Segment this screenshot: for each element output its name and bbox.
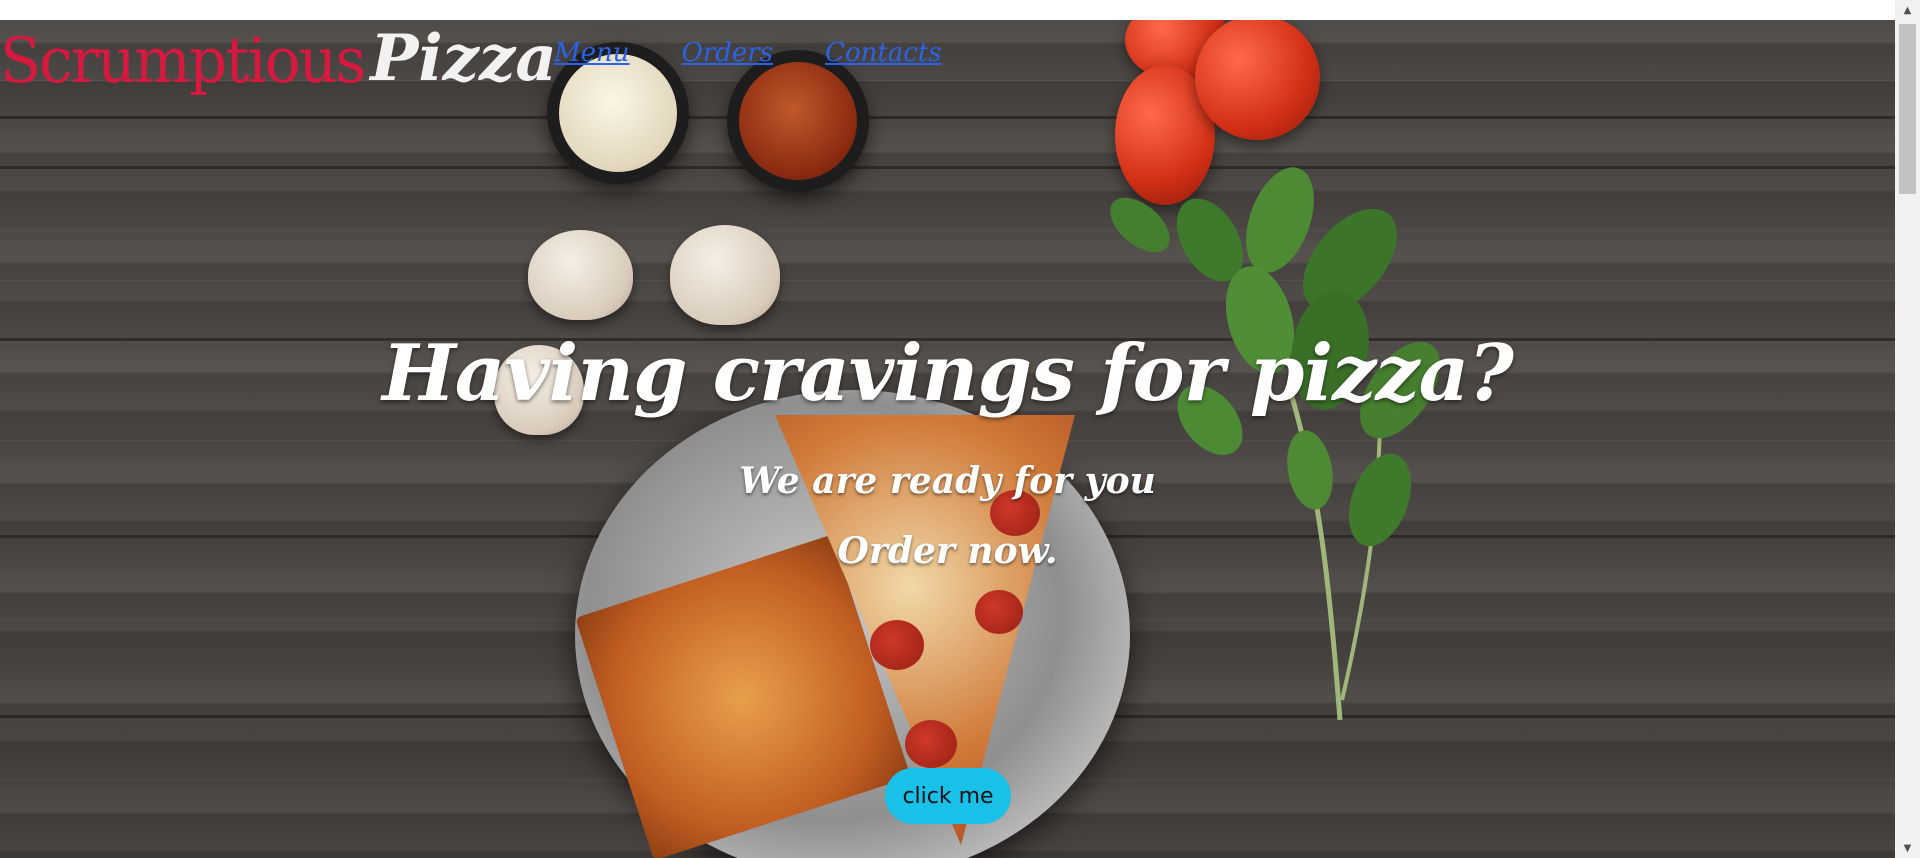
- nav-link-contacts[interactable]: Contacts: [825, 38, 942, 68]
- wood-plank-seam: [0, 166, 1895, 169]
- scroll-up-arrow-icon[interactable]: ▲: [1895, 0, 1920, 20]
- pepperoni-image: [870, 620, 924, 670]
- chili-flakes-bowl-image: [727, 50, 869, 192]
- nav-link-menu[interactable]: Menu: [554, 38, 630, 68]
- site-logo[interactable]: Scrumptious Pizza: [0, 21, 557, 98]
- mushroom-image: [670, 225, 780, 325]
- pepperoni-image: [975, 590, 1023, 634]
- scroll-down-arrow-icon[interactable]: ▼: [1895, 838, 1920, 858]
- browser-viewport: Scrumptious Pizza Menu Orders Contacts H…: [0, 0, 1920, 858]
- pepperoni-image: [905, 720, 957, 768]
- nav-link-orders[interactable]: Orders: [682, 38, 774, 68]
- basil-image: [1110, 167, 1440, 720]
- click-me-button[interactable]: click me: [885, 768, 1011, 824]
- hero-subheading: We are ready for you: [739, 460, 1156, 502]
- hero-section: Scrumptious Pizza Menu Orders Contacts H…: [0, 20, 1895, 858]
- main-nav: Menu Orders Contacts: [554, 38, 942, 68]
- hero-headline: Having cravings for pizza?: [382, 328, 1514, 419]
- mushroom-image: [528, 230, 633, 320]
- logo-word-scrumptious: Scrumptious: [0, 24, 366, 98]
- tomato-image: [1195, 20, 1320, 140]
- wood-plank-seam: [0, 116, 1895, 119]
- hero-order-text: Order now.: [837, 530, 1058, 572]
- page-scrollbar[interactable]: ▲ ▼: [1895, 0, 1920, 858]
- scrollbar-thumb[interactable]: [1899, 24, 1916, 194]
- page-top-strip: [0, 0, 1895, 21]
- logo-word-pizza: Pizza: [370, 21, 557, 96]
